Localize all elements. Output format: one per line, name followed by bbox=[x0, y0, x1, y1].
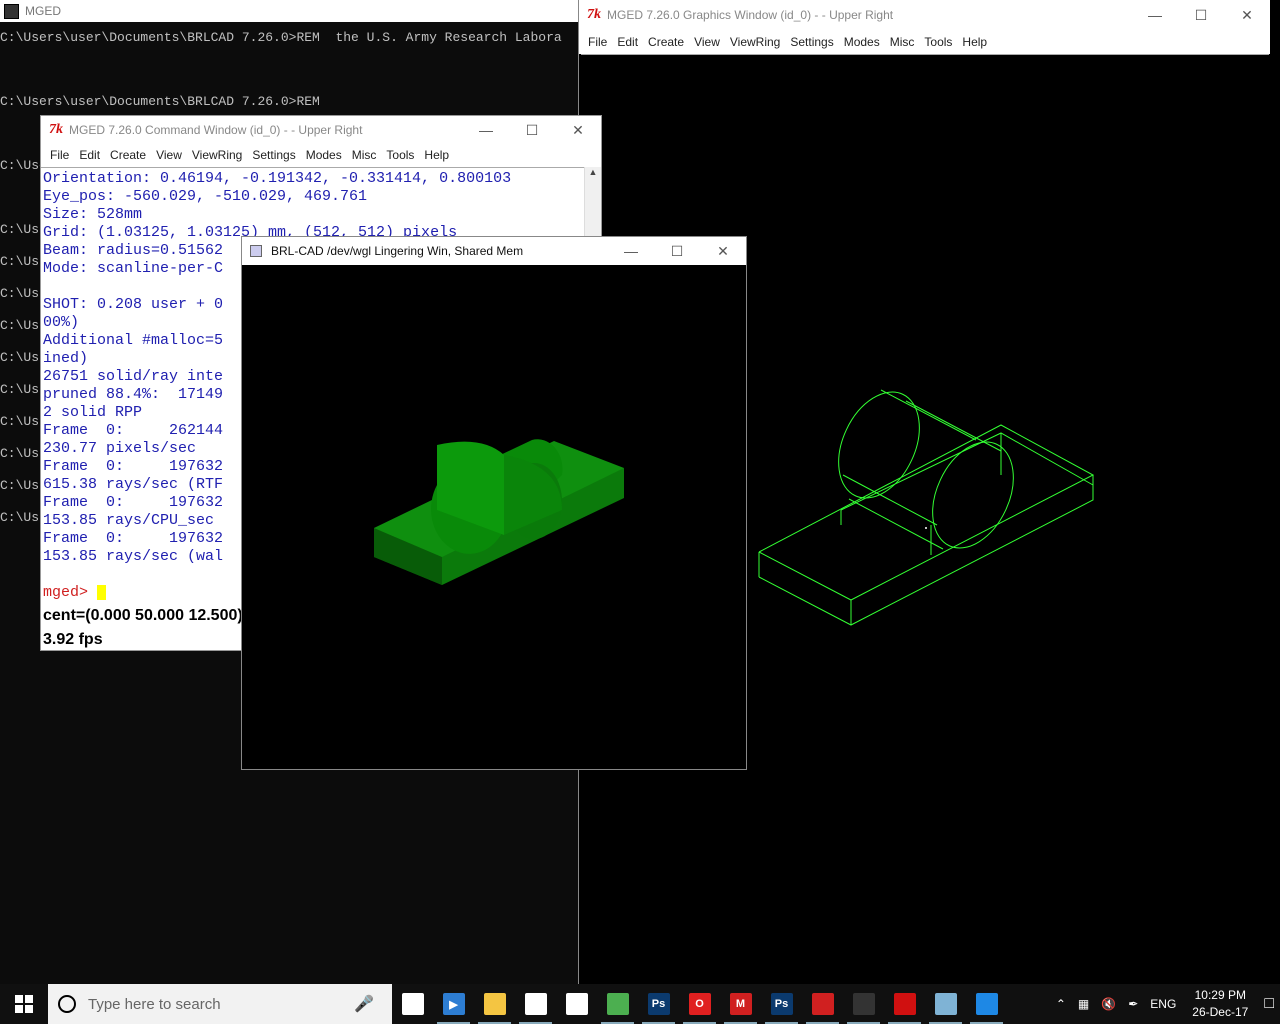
command-titlebar[interactable]: 7k MGED 7.26.0 Command Window (id_0) - -… bbox=[41, 116, 601, 144]
photoshop-2-icon: Ps bbox=[770, 993, 793, 1015]
m-app-taskbar-icon[interactable]: M bbox=[720, 984, 761, 1024]
paint-icon bbox=[934, 993, 957, 1015]
m-app-icon: M bbox=[729, 993, 752, 1015]
console-title: MGED bbox=[25, 4, 61, 18]
photoshop-1-icon: Ps bbox=[647, 993, 670, 1015]
graphics-menu-settings[interactable]: Settings bbox=[790, 35, 833, 49]
store-icon bbox=[524, 993, 547, 1015]
mail-icon bbox=[565, 993, 588, 1015]
photoshop-1-taskbar-icon[interactable]: Ps bbox=[638, 984, 679, 1024]
tk-feather-icon: 7k bbox=[49, 122, 63, 137]
minimize-button[interactable]: — bbox=[463, 116, 509, 144]
command-menu-modes[interactable]: Modes bbox=[306, 148, 342, 162]
chrome-icon bbox=[606, 993, 629, 1015]
microphone-icon[interactable]: 🎤 bbox=[354, 994, 374, 1014]
windows-logo-icon bbox=[15, 995, 33, 1013]
graphics-menu-create[interactable]: Create bbox=[648, 35, 684, 49]
command-menu-help[interactable]: Help bbox=[424, 148, 449, 162]
media-player-taskbar-icon[interactable]: ▶ bbox=[433, 984, 474, 1024]
creative-cloud-taskbar-icon[interactable] bbox=[802, 984, 843, 1024]
search-icon bbox=[58, 995, 76, 1013]
close-button[interactable]: ✕ bbox=[1224, 0, 1270, 30]
volume-muted-icon[interactable]: 🔇 bbox=[1101, 997, 1116, 1011]
graphics-menu-file[interactable]: File bbox=[588, 35, 607, 49]
graphics-menu-modes[interactable]: Modes bbox=[844, 35, 880, 49]
close-button[interactable]: ✕ bbox=[555, 116, 601, 144]
network-icon[interactable]: ▦ bbox=[1078, 997, 1089, 1011]
opera-icon: O bbox=[688, 993, 711, 1015]
taskbar: Type here to search 🎤 ▶ Ps O M Ps ⌃ ▦ 🔇 ✒ EN… bbox=[0, 984, 1280, 1024]
framebuffer-title: BRL-CAD /dev/wgl Lingering Win, Shared M… bbox=[271, 244, 524, 258]
brlcad-fb-icon bbox=[975, 993, 998, 1015]
graphics-menu-misc[interactable]: Misc bbox=[890, 35, 915, 49]
command-menubar: File Edit Create View ViewRing Settings Modes M… bbox=[41, 144, 601, 166]
maximize-button[interactable]: ☐ bbox=[1178, 0, 1224, 30]
command-menu-create[interactable]: Create bbox=[110, 148, 146, 162]
start-button[interactable] bbox=[0, 984, 48, 1024]
graphics-title: MGED 7.26.0 Graphics Window (id_0) - - U… bbox=[607, 8, 894, 22]
graphics-menu-view[interactable]: View bbox=[694, 35, 720, 49]
graphics-titlebar[interactable]: 7k MGED 7.26.0 Graphics Window (id_0) - … bbox=[579, 0, 1270, 30]
command-menu-viewring[interactable]: ViewRing bbox=[192, 148, 242, 162]
console-icon bbox=[4, 3, 19, 19]
search-placeholder: Type here to search bbox=[88, 995, 221, 1013]
media-player-icon: ▶ bbox=[442, 993, 465, 1015]
tk-feather-icon: 7k bbox=[587, 7, 601, 22]
terminal-taskbar-icon[interactable] bbox=[843, 984, 884, 1024]
task-view-taskbar-icon[interactable] bbox=[392, 984, 433, 1024]
graphics-menu-tools[interactable]: Tools bbox=[924, 35, 952, 49]
minimize-button[interactable]: — bbox=[608, 237, 654, 265]
clock-time: 10:29 PM bbox=[1194, 988, 1246, 1002]
scroll-up-arrow-icon[interactable]: ▲ bbox=[585, 167, 601, 184]
file-explorer-icon bbox=[483, 993, 506, 1015]
command-title: MGED 7.26.0 Command Window (id_0) - - Up… bbox=[69, 123, 363, 137]
graphics-menu-edit[interactable]: Edit bbox=[617, 35, 638, 49]
graphics-menubar: File Edit Create View ViewRing Settings Modes M… bbox=[579, 30, 1270, 54]
store-taskbar-icon[interactable] bbox=[515, 984, 556, 1024]
text-cursor[interactable] bbox=[97, 584, 107, 600]
mged-prompt: mged> bbox=[43, 584, 89, 601]
mged-tk-icon bbox=[893, 993, 916, 1015]
search-box[interactable]: Type here to search 🎤 bbox=[48, 984, 392, 1024]
chrome-taskbar-icon[interactable] bbox=[597, 984, 638, 1024]
mged-tk-taskbar-icon[interactable] bbox=[884, 984, 925, 1024]
maximize-button[interactable]: ☐ bbox=[654, 237, 700, 265]
pen-icon[interactable]: ✒ bbox=[1128, 997, 1138, 1011]
command-menu-view[interactable]: View bbox=[156, 148, 182, 162]
opera-taskbar-icon[interactable]: O bbox=[679, 984, 720, 1024]
console-titlebar[interactable]: MGED bbox=[0, 0, 578, 22]
command-menu-tools[interactable]: Tools bbox=[386, 148, 414, 162]
notifications-icon[interactable]: □ bbox=[1264, 995, 1274, 1013]
task-view-icon bbox=[401, 993, 424, 1015]
pinned-apps: ▶ Ps O M Ps bbox=[392, 984, 1007, 1024]
terminal-icon bbox=[852, 993, 875, 1015]
minimize-button[interactable]: — bbox=[1132, 0, 1178, 30]
window-icon bbox=[250, 245, 262, 257]
raytrace-render bbox=[374, 439, 624, 585]
paint-taskbar-icon[interactable] bbox=[925, 984, 966, 1024]
photoshop-2-taskbar-icon[interactable]: Ps bbox=[761, 984, 802, 1024]
command-menu-misc[interactable]: Misc bbox=[352, 148, 377, 162]
brlcad-fb-taskbar-icon[interactable] bbox=[966, 984, 1007, 1024]
language-indicator[interactable]: ENG bbox=[1150, 997, 1176, 1011]
clock-date: 26-Dec-17 bbox=[1192, 1005, 1249, 1019]
clock[interactable]: 10:29 PM 26-Dec-17 bbox=[1192, 987, 1248, 1021]
command-menu-edit[interactable]: Edit bbox=[79, 148, 100, 162]
command-menu-settings[interactable]: Settings bbox=[252, 148, 295, 162]
file-explorer-taskbar-icon[interactable] bbox=[474, 984, 515, 1024]
mail-taskbar-icon[interactable] bbox=[556, 984, 597, 1024]
chevron-up-icon[interactable]: ⌃ bbox=[1056, 997, 1066, 1011]
command-menu-file[interactable]: File bbox=[50, 148, 69, 162]
framebuffer-window: BRL-CAD /dev/wgl Lingering Win, Shared M… bbox=[241, 236, 747, 770]
close-button[interactable]: ✕ bbox=[700, 237, 746, 265]
graphics-menu-help[interactable]: Help bbox=[962, 35, 987, 49]
system-tray: ⌃ ▦ 🔇 ✒ ENG 10:29 PM 26-Dec-17 □ bbox=[1050, 984, 1280, 1024]
creative-cloud-icon bbox=[811, 993, 834, 1015]
maximize-button[interactable]: ☐ bbox=[509, 116, 555, 144]
framebuffer-titlebar[interactable]: BRL-CAD /dev/wgl Lingering Win, Shared M… bbox=[242, 237, 746, 265]
graphics-menu-viewring[interactable]: ViewRing bbox=[730, 35, 780, 49]
